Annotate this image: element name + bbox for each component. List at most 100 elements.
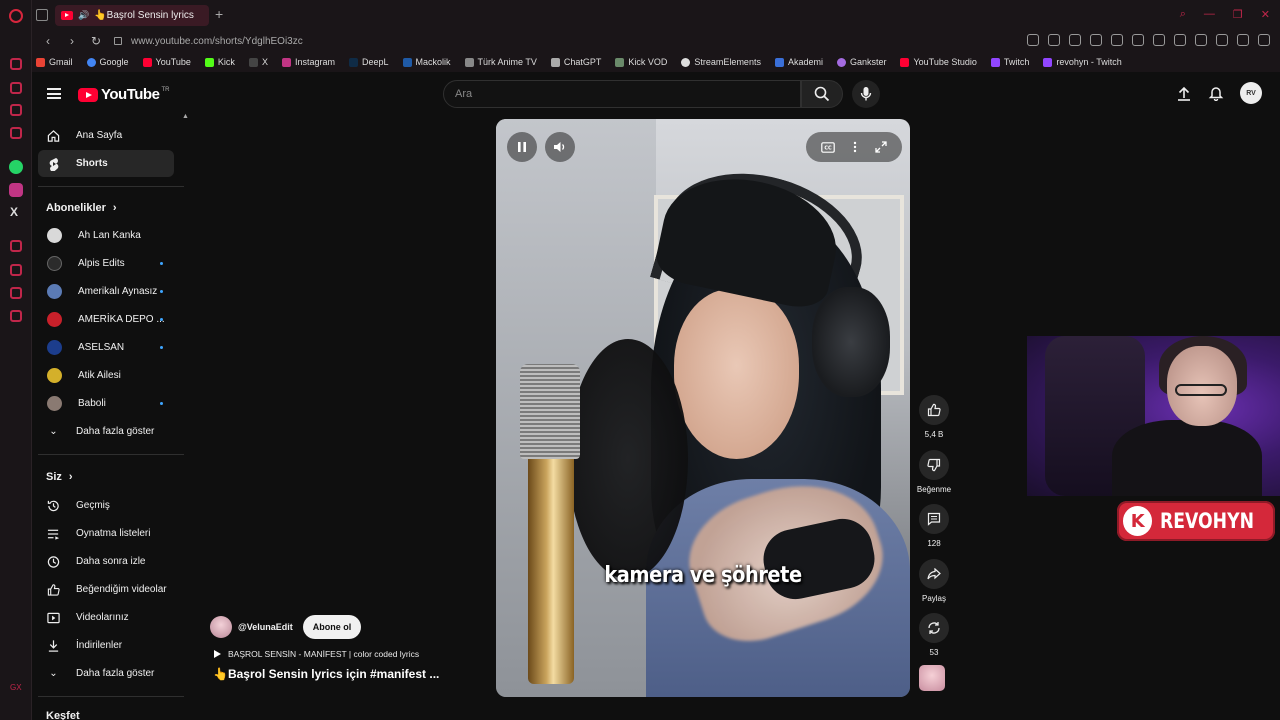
sidebar-item-downloads[interactable]: İndirilenler: [38, 632, 174, 659]
comments-button[interactable]: [919, 504, 949, 534]
bookmark-icon[interactable]: [1027, 34, 1039, 46]
youtube-logo[interactable]: YouTube TR: [78, 86, 169, 103]
channel-name[interactable]: @VelunaEdit: [238, 622, 293, 632]
wallet-icon[interactable]: [10, 104, 22, 116]
song-row[interactable]: BAŞROL SENSİN - MANİFEST | color coded l…: [214, 649, 470, 659]
tab-overview-icon[interactable]: [36, 9, 48, 21]
dislike-button[interactable]: [919, 450, 949, 480]
pause-button[interactable]: [507, 132, 537, 162]
instagram-icon[interactable]: [9, 183, 23, 197]
bookmark-streamelements[interactable]: StreamElements: [681, 57, 761, 67]
reload-icon[interactable]: ↻: [88, 34, 104, 48]
url-field[interactable]: www.youtube.com/shorts/YdglhEOi3zc: [131, 36, 303, 47]
puzzle-icon[interactable]: [1174, 34, 1186, 46]
heart-icon[interactable]: [1111, 34, 1123, 46]
snapshot-icon[interactable]: [1048, 34, 1060, 46]
settings-icon[interactable]: [10, 310, 22, 322]
sidebar-item-home[interactable]: Ana Sayfa: [38, 122, 174, 149]
twitch-icon[interactable]: [10, 82, 22, 94]
gaming-icon[interactable]: [10, 127, 22, 139]
explore-heading[interactable]: Keşfet: [46, 710, 80, 720]
sidebar-scroll-up-icon[interactable]: ▲: [182, 113, 189, 120]
bookmark-kick-vod[interactable]: Kick VOD: [615, 57, 667, 67]
history-icon[interactable]: [10, 264, 22, 276]
subscription-item[interactable]: Alpis Edits: [38, 250, 174, 277]
channel-avatar[interactable]: [210, 616, 232, 638]
hamburger-menu-icon[interactable]: [47, 88, 61, 99]
subscription-item[interactable]: Ah Lan Kanka: [38, 222, 174, 249]
download-icon[interactable]: [1216, 34, 1228, 46]
subscribe-button[interactable]: Abone ol: [302, 615, 362, 639]
bookmark-gmail[interactable]: Gmail: [36, 57, 73, 67]
bookmark-mackolik[interactable]: Mackolik: [402, 57, 451, 67]
tab-active[interactable]: 🔊 👆Başrol Sensin lyrics: [55, 5, 209, 26]
subscription-item[interactable]: Baboli: [38, 390, 174, 417]
sidebar-show-more-you[interactable]: ⌄ Daha fazla göster: [38, 660, 174, 687]
bookmark-kick[interactable]: Kick: [204, 57, 235, 67]
account-icon[interactable]: [1195, 34, 1207, 46]
sidebar-item-liked-videos[interactable]: Beğendiğim videolar: [38, 576, 174, 603]
bookmark-twitch[interactable]: Twitch: [990, 57, 1029, 67]
workspace-icon[interactable]: [10, 58, 22, 70]
bookmark-instagram[interactable]: Instagram: [281, 57, 335, 67]
bookmark-google[interactable]: Google: [86, 57, 129, 67]
notifications-bell-icon[interactable]: [1208, 85, 1224, 101]
lock-icon[interactable]: [114, 37, 122, 45]
close-icon[interactable]: ✕: [1261, 8, 1270, 21]
upload-icon[interactable]: [1176, 85, 1192, 101]
subscription-item[interactable]: Atik Ailesi: [38, 362, 174, 389]
subscription-item[interactable]: ASELSAN: [38, 334, 174, 361]
whatsapp-icon[interactable]: [9, 160, 23, 174]
voice-search-button[interactable]: [852, 80, 880, 108]
subscription-item[interactable]: Amerikalı Aynasız: [38, 278, 174, 305]
sidebar-item-history[interactable]: Geçmiş: [38, 492, 174, 519]
menu-icon[interactable]: [1258, 34, 1270, 46]
extension-b-icon[interactable]: [1153, 34, 1165, 46]
fullscreen-icon[interactable]: [875, 141, 887, 153]
search-button[interactable]: [801, 80, 843, 108]
sidebar-item-your-videos[interactable]: Videolarınız: [38, 604, 174, 631]
back-icon[interactable]: ‹: [40, 34, 56, 48]
x-icon[interactable]: X: [10, 205, 18, 219]
search-tabs-icon[interactable]: ⌕: [1180, 8, 1186, 21]
minimize-icon[interactable]: —: [1204, 8, 1215, 21]
search-input[interactable]: Ara: [443, 80, 801, 108]
share-button[interactable]: [919, 559, 949, 589]
subscriptions-heading[interactable]: Abonelikler ›: [46, 202, 117, 214]
like-button[interactable]: [919, 395, 949, 425]
forward-icon[interactable]: ›: [64, 34, 80, 48]
bookmark-gankster[interactable]: Gankster: [836, 57, 886, 67]
extension-a-icon[interactable]: [1132, 34, 1144, 46]
sound-thumbnail[interactable]: [919, 665, 945, 691]
subscription-item[interactable]: AMERİKA DEPO ...: [38, 306, 174, 333]
short-title[interactable]: 👆Başrol Sensin lyrics için #manifest ...: [213, 667, 470, 681]
sidebar-item-watch-later[interactable]: Daha sonra izle: [38, 548, 174, 575]
bookmark-revohyn-twitch[interactable]: revohyn - Twitch: [1043, 57, 1122, 67]
translate-icon[interactable]: [1237, 34, 1249, 46]
remix-button[interactable]: [919, 613, 949, 643]
short-video-player[interactable]: CC kamera ve şöhrete: [496, 119, 910, 697]
bookmark-x[interactable]: X: [248, 57, 268, 67]
account-avatar[interactable]: RV: [1240, 82, 1262, 104]
volume-button[interactable]: [545, 132, 575, 162]
vpn-icon[interactable]: [1069, 34, 1081, 46]
maximize-icon[interactable]: ❐: [1233, 8, 1243, 21]
opera-logo-icon[interactable]: [9, 9, 23, 23]
bookmark-youtube[interactable]: YouTube: [142, 57, 191, 67]
you-heading[interactable]: Siz ›: [46, 471, 73, 483]
sidebar-item-shorts[interactable]: Shorts: [38, 150, 174, 177]
bookmark-akademi[interactable]: Akademi: [774, 57, 823, 67]
bookmark-youtube-studio[interactable]: YouTube Studio: [900, 57, 977, 67]
bookmark-deepl[interactable]: DeepL: [348, 57, 389, 67]
bookmark-chatgpt[interactable]: ChatGPT: [550, 57, 601, 67]
new-tab-icon[interactable]: +: [215, 6, 223, 22]
player-icon[interactable]: [10, 240, 22, 252]
sidebar-item-playlists[interactable]: Oynatma listeleri: [38, 520, 174, 547]
bookmark-turk-anime[interactable]: Türk Anime TV: [464, 57, 537, 67]
gx-icon[interactable]: GX: [10, 683, 22, 692]
tab-audio-icon[interactable]: 🔊: [78, 10, 89, 21]
extensions-icon[interactable]: [10, 287, 22, 299]
play-icon[interactable]: [1090, 34, 1102, 46]
captions-icon[interactable]: CC: [821, 141, 835, 153]
show-more-subscriptions[interactable]: ⌄ Daha fazla göster: [38, 418, 174, 445]
